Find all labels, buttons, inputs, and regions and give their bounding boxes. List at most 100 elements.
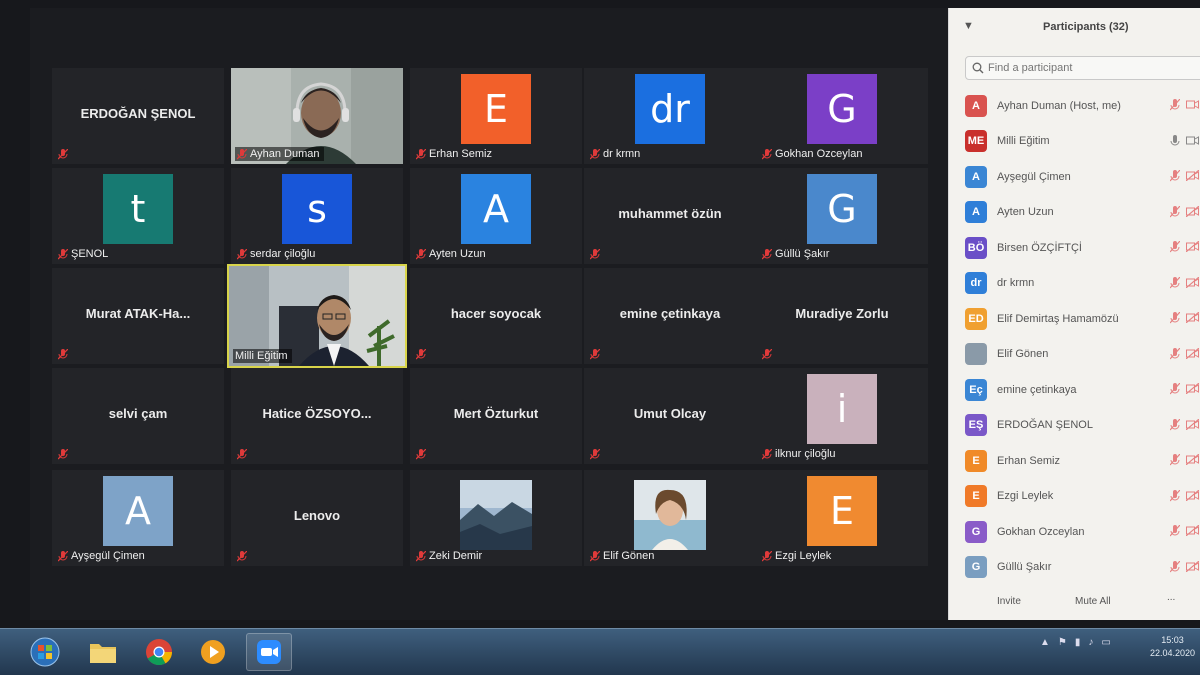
mic-muted-icon[interactable] — [1170, 241, 1180, 253]
taskbar-media-player[interactable] — [190, 633, 236, 671]
video-off-icon[interactable] — [1186, 489, 1199, 501]
taskbar-explorer[interactable] — [80, 633, 126, 671]
mic-muted-icon[interactable] — [1170, 489, 1180, 502]
video-off-icon[interactable] — [1186, 383, 1199, 394]
participant-name: hacer soyocak — [450, 306, 542, 321]
panel-footer: Invite Mute All ... — [949, 586, 1200, 620]
participant-row[interactable]: EŞ ERDOĞAN ŞENOL — [949, 408, 1200, 444]
mute-all-button[interactable]: Mute All — [1075, 596, 1111, 607]
video-off-icon[interactable] — [1186, 241, 1199, 252]
tile-label — [760, 348, 779, 361]
participant-tile[interactable]: G Güllü Şakır — [756, 168, 928, 264]
participant-name: Muradiye Zorlu — [795, 306, 889, 321]
video-off-icon[interactable] — [1186, 560, 1199, 572]
participant-tile[interactable]: Mert Özturkut — [410, 368, 582, 464]
mic-muted-icon[interactable] — [1170, 276, 1180, 289]
participant-name: Hatice ÖZSOYO... — [262, 406, 372, 421]
tile-label: dr krmn — [588, 147, 644, 161]
participant-row[interactable]: G Güllü Şakır — [949, 550, 1200, 586]
mic-muted-icon[interactable] — [1170, 205, 1180, 218]
participant-tile[interactable]: E Erhan Semiz — [410, 68, 582, 164]
start-button[interactable] — [22, 633, 68, 671]
participant-name: Ayşegül Çimen — [997, 170, 1071, 183]
participant-tile[interactable]: Muradiye Zorlu — [756, 268, 928, 364]
participant-status — [1170, 205, 1199, 218]
participant-tile[interactable]: emine çetinkaya — [584, 268, 756, 364]
mic-muted-icon[interactable] — [1170, 383, 1180, 395]
participant-row[interactable]: E Ezgi Leylek — [949, 479, 1200, 515]
participant-row[interactable]: dr dr krmn — [949, 266, 1200, 302]
search-icon — [972, 62, 984, 74]
participant-tile[interactable]: Zeki Demir — [410, 470, 582, 566]
video-off-icon[interactable] — [1186, 99, 1199, 110]
participant-tile[interactable]: muhammet özün — [584, 168, 756, 264]
participant-tile[interactable]: Elif Gönen — [584, 470, 756, 566]
video-off-icon[interactable] — [1186, 135, 1199, 146]
participant-tile[interactable]: Umut Olcay — [584, 368, 756, 464]
profile-photo — [634, 480, 706, 550]
video-off-icon[interactable] — [1186, 418, 1199, 430]
participant-row[interactable]: A Ayşegül Çimen — [949, 159, 1200, 195]
participant-row[interactable]: A Ayhan Duman (Host, me) — [949, 88, 1200, 124]
video-off-icon[interactable] — [1186, 170, 1199, 181]
participant-tile[interactable]: t ŞENOL — [52, 168, 224, 264]
mic-muted-icon[interactable] — [1170, 99, 1180, 111]
video-off-icon[interactable] — [1186, 312, 1199, 323]
taskbar-zoom[interactable] — [246, 633, 292, 671]
participant-row[interactable]: E Erhan Semiz — [949, 443, 1200, 479]
search-input[interactable] — [988, 62, 1178, 74]
participant-row[interactable]: Elif Gönen — [949, 337, 1200, 373]
participant-tile[interactable]: Hatice ÖZSOYO... — [231, 368, 403, 464]
search-box[interactable] — [965, 56, 1200, 80]
video-off-icon[interactable] — [1186, 276, 1199, 288]
volume-icon[interactable]: ♪ — [1088, 637, 1093, 648]
participant-tile[interactable]: s serdar çiloğlu — [231, 168, 403, 264]
participant-row[interactable]: G Gokhan Ozceylan — [949, 514, 1200, 550]
battery-icon[interactable]: ▭ — [1101, 637, 1110, 648]
participant-row[interactable]: A Ayten Uzun — [949, 195, 1200, 231]
mic-icon[interactable] — [1170, 134, 1180, 147]
participant-status — [1170, 99, 1199, 111]
mic-muted-icon[interactable] — [1170, 525, 1180, 537]
video-off-icon[interactable] — [1186, 525, 1199, 536]
network-icon[interactable]: ▮ — [1075, 637, 1081, 648]
participant-tile[interactable]: Ayhan Duman — [231, 68, 403, 164]
participant-tile[interactable]: G Gokhan Ozceylan — [756, 68, 928, 164]
participant-row[interactable]: ME Milli Eğitim — [949, 124, 1200, 160]
video-off-icon[interactable] — [1186, 454, 1199, 465]
participant-tile[interactable]: Lenovo — [231, 470, 403, 566]
video-off-icon[interactable] — [1186, 347, 1199, 359]
chevron-up-icon[interactable]: ▲ — [1040, 637, 1050, 648]
mic-muted-icon — [416, 248, 426, 259]
mic-muted-icon[interactable] — [1170, 560, 1180, 573]
mic-muted-icon[interactable] — [1170, 418, 1180, 431]
participant-tile[interactable]: selvi çam — [52, 368, 224, 464]
mic-muted-icon[interactable] — [1170, 454, 1180, 466]
flag-icon[interactable]: ⚑ — [1058, 637, 1067, 648]
active-speaker-tile[interactable]: Milli Eğitim — [227, 264, 407, 368]
video-off-icon[interactable] — [1186, 205, 1199, 217]
participant-tile[interactable]: E Ezgi Leylek — [756, 470, 928, 566]
more-button[interactable]: ... — [1167, 592, 1175, 603]
participant-status — [1170, 560, 1199, 573]
mic-muted-icon[interactable] — [1170, 312, 1180, 324]
participant-row[interactable]: Eç emine çetinkaya — [949, 372, 1200, 408]
participant-tile[interactable]: ERDOĞAN ŞENOL — [52, 68, 224, 164]
participant-row[interactable]: ED Elif Demirtaş Hamamözü — [949, 301, 1200, 337]
participant-tile[interactable]: A Ayşegül Çimen — [52, 470, 224, 566]
participant-tile[interactable]: dr dr krmn — [584, 68, 756, 164]
participant-avatar: G — [965, 520, 987, 543]
participant-tile[interactable]: Murat ATAK-Ha... — [52, 268, 224, 364]
participant-tile[interactable]: i ilknur çiloğlu — [756, 368, 928, 464]
invite-button[interactable]: Invite — [997, 596, 1021, 607]
taskbar-chrome[interactable] — [136, 633, 182, 671]
avatar: i — [807, 374, 877, 444]
participant-row[interactable]: BÖ Birsen ÖZÇİFTÇİ — [949, 230, 1200, 266]
mic-muted-icon — [416, 349, 426, 360]
chevron-down-icon[interactable]: ▼ — [963, 20, 974, 32]
clock[interactable]: 15:03 22.04.2020 — [1150, 634, 1195, 660]
mic-muted-icon[interactable] — [1170, 170, 1180, 182]
mic-muted-icon[interactable] — [1170, 347, 1180, 360]
participant-tile[interactable]: A Ayten Uzun — [410, 168, 582, 264]
participant-tile[interactable]: hacer soyocak — [410, 268, 582, 364]
